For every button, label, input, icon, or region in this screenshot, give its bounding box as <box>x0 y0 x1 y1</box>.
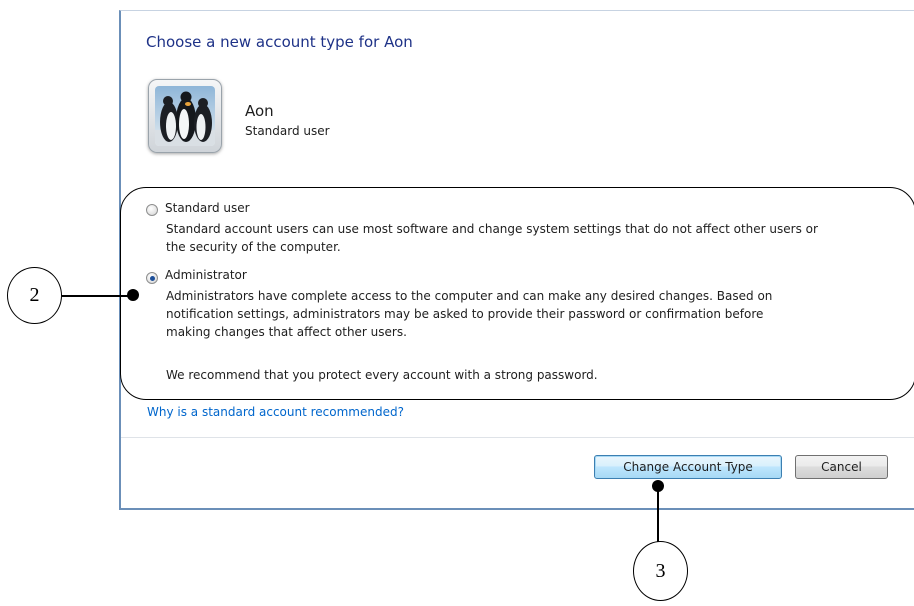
penguins-picture <box>155 91 215 146</box>
annotation-leader-line-3 <box>657 486 659 542</box>
administrator-label[interactable]: Administrator <box>165 268 247 282</box>
annotation-marker-3: 3 <box>633 541 688 601</box>
annotation-leader-line-2 <box>62 295 133 297</box>
cancel-button[interactable]: Cancel <box>795 455 888 479</box>
standard-user-description-line-2: the security of the computer. <box>166 240 341 254</box>
user-avatar <box>148 79 222 153</box>
standard-user-label[interactable]: Standard user <box>165 201 250 215</box>
administrator-description-line-1: Administrators have complete access to t… <box>166 289 773 303</box>
why-standard-account-link[interactable]: Why is a standard account recommended? <box>147 405 404 419</box>
annotation-dot-2 <box>127 289 139 301</box>
change-account-type-button[interactable]: Change Account Type <box>594 455 782 479</box>
standard-user-radio[interactable] <box>146 204 158 216</box>
dialog-title: Choose a new account type for Aon <box>146 33 413 51</box>
annotation-marker-2: 2 <box>7 267 62 324</box>
administrator-radio[interactable] <box>146 272 158 284</box>
button-area-divider <box>121 437 914 438</box>
penguins-avatar-icon <box>155 86 215 146</box>
administrator-description-line-2: notification settings, administrators ma… <box>166 307 764 321</box>
recommendation-text: We recommend that you protect every acco… <box>166 368 598 382</box>
administrator-description-line-3: making changes that affect other users. <box>166 325 407 339</box>
user-account-type: Standard user <box>245 124 330 138</box>
user-name: Aon <box>245 102 274 120</box>
standard-user-description-line-1: Standard account users can use most soft… <box>166 222 818 236</box>
